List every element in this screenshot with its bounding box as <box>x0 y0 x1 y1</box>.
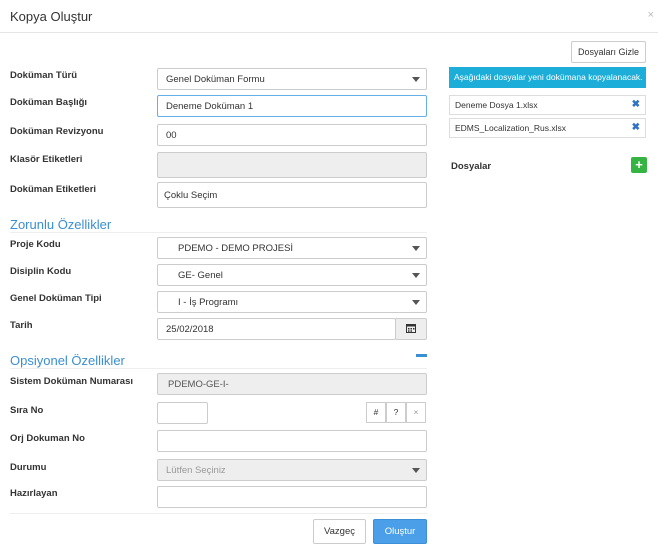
copy-notice-banner: Aşağıdaki dosyalar yeni dokümana kopyala… <box>449 67 646 88</box>
doc-tags-placeholder: Çoklu Seçim <box>164 190 218 201</box>
project-code-value: PDEMO - DEMO PROJESİ <box>178 243 294 254</box>
modal-title: Kopya Oluştur <box>10 9 93 24</box>
prepared-by-input[interactable] <box>157 486 427 508</box>
date-value: 25/02/2018 <box>166 324 214 335</box>
folder-tags-input <box>157 152 427 178</box>
project-code-label: Proje Kodu <box>10 239 61 250</box>
close-icon[interactable]: × <box>648 9 654 21</box>
collapse-icon[interactable] <box>416 354 427 357</box>
help-button[interactable]: ? <box>386 402 406 423</box>
system-doc-number-value: PDEMO-GE-I- <box>168 379 229 390</box>
doc-title-input[interactable]: Deneme Doküman 1 <box>157 95 427 117</box>
doc-type-select[interactable]: Genel Doküman Formu <box>157 68 427 90</box>
hash-button[interactable]: # <box>366 402 386 423</box>
calendar-button[interactable] <box>395 318 427 340</box>
discipline-code-value: GE- Genel <box>178 270 223 281</box>
modal-header: Kopya Oluştur × <box>0 0 658 33</box>
prepared-by-label: Hazırlayan <box>10 488 58 499</box>
file-name: EDMS_Localization_Rus.xlsx <box>455 123 567 133</box>
chevron-down-icon <box>412 468 420 473</box>
chevron-down-icon <box>412 77 420 82</box>
required-section-title: Zorunlu Özellikler <box>10 217 112 232</box>
doc-title-label: Doküman Başlığı <box>10 97 88 108</box>
files-label: Dosyalar <box>451 161 492 172</box>
remove-icon[interactable]: ✖ <box>632 122 640 133</box>
general-doc-type-value: I - İş Programı <box>178 297 239 308</box>
project-code-select[interactable]: PDEMO - DEMO PROJESİ <box>157 237 427 259</box>
general-doc-type-label: Genel Doküman Tipi <box>10 293 102 304</box>
clear-button[interactable]: × <box>406 402 426 423</box>
status-select: Lütfen Seçiniz <box>157 459 427 481</box>
sequence-no-input[interactable] <box>157 402 208 424</box>
doc-type-value: Genel Doküman Formu <box>166 74 265 85</box>
doc-tags-multiselect[interactable]: Çoklu Seçim <box>157 182 427 208</box>
chevron-down-icon <box>412 246 420 251</box>
create-button[interactable]: Oluştur <box>373 519 427 544</box>
folder-tags-label: Klasör Etiketleri <box>10 154 83 165</box>
discipline-code-label: Disiplin Kodu <box>10 266 72 277</box>
required-section-divider <box>10 232 427 233</box>
status-label: Durumu <box>10 462 47 473</box>
general-doc-type-select[interactable]: I - İş Programı <box>157 291 427 313</box>
optional-section-divider <box>10 368 427 369</box>
sequence-no-label: Sıra No <box>10 405 44 416</box>
system-doc-number-label: Sistem Doküman Numarası <box>10 376 134 387</box>
status-value: Lütfen Seçiniz <box>166 465 226 476</box>
form-bottom-divider <box>10 513 427 514</box>
date-label: Tarih <box>10 320 33 331</box>
remove-icon[interactable]: ✖ <box>632 99 640 110</box>
optional-section-title: Opsiyonel Özellikler <box>10 353 125 368</box>
orig-doc-no-label: Orj Dokuman No <box>10 433 85 444</box>
doc-type-label: Doküman Türü <box>10 70 78 81</box>
doc-revision-value: 00 <box>166 130 177 141</box>
cancel-button[interactable]: Vazgeç <box>313 519 366 544</box>
date-input[interactable]: 25/02/2018 <box>157 318 396 340</box>
discipline-code-select[interactable]: GE- Genel <box>157 264 427 286</box>
chevron-down-icon <box>412 273 420 278</box>
doc-revision-label: Doküman Revizyonu <box>10 126 104 137</box>
file-item: Deneme Dosya 1.xlsx ✖ <box>449 95 646 115</box>
add-file-button[interactable]: + <box>631 157 647 173</box>
file-item: EDMS_Localization_Rus.xlsx ✖ <box>449 118 646 138</box>
doc-tags-label: Doküman Etiketleri <box>10 184 97 195</box>
file-name: Deneme Dosya 1.xlsx <box>455 100 538 110</box>
calendar-icon <box>406 324 416 333</box>
system-doc-number-input: PDEMO-GE-I- <box>157 373 427 395</box>
doc-title-value: Deneme Doküman 1 <box>166 101 254 112</box>
chevron-down-icon <box>412 300 420 305</box>
orig-doc-no-input[interactable] <box>157 430 427 452</box>
hide-files-button[interactable]: Dosyaları Gizle <box>571 41 646 63</box>
doc-revision-input[interactable]: 00 <box>157 124 427 146</box>
